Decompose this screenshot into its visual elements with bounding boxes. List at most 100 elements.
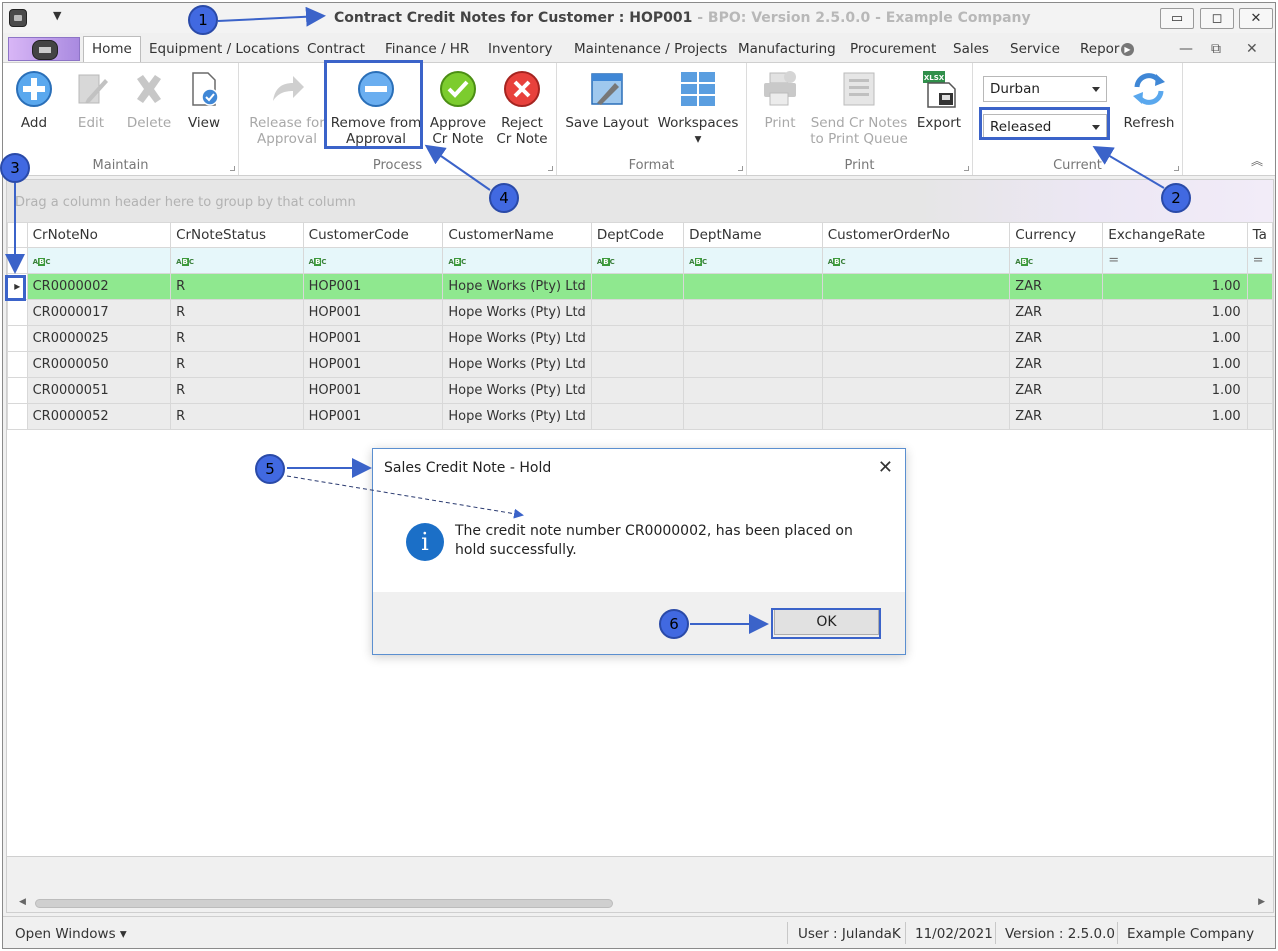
cell-ta[interactable] [1246, 377, 1274, 404]
group-expand-icon[interactable] [548, 166, 553, 171]
cell-exchangerate[interactable]: 1.00 [1102, 351, 1248, 378]
cell-deptname[interactable] [683, 377, 823, 404]
horizontal-scrollbar[interactable]: ◀ ▶ [7, 856, 1273, 912]
cell-exchangerate[interactable]: 1.00 [1102, 273, 1248, 300]
cell-customercode[interactable]: HOP001 [302, 299, 444, 326]
filter-cell[interactable]: ABC [683, 247, 823, 274]
cell-customercode[interactable]: HOP001 [302, 273, 444, 300]
cell-currency[interactable]: ZAR [1009, 377, 1104, 404]
cell-deptname[interactable] [683, 351, 823, 378]
group-expand-icon[interactable] [1174, 166, 1179, 171]
add-button[interactable]: Add [11, 69, 57, 131]
cell-customername[interactable]: Hope Works (Pty) Ltd [442, 351, 592, 378]
tab-reports[interactable]: Repor [1080, 41, 1119, 57]
table-row[interactable]: CR0000051 R HOP001 Hope Works (Pty) Ltd ZAR 1… [7, 377, 1274, 404]
cell-deptname[interactable] [683, 325, 823, 352]
cell-exchangerate[interactable]: 1.00 [1102, 325, 1248, 352]
tab-procurement[interactable]: Procurement [850, 41, 936, 57]
tab-sales[interactable]: Sales [953, 41, 989, 57]
refresh-button[interactable]: Refresh [1119, 69, 1179, 131]
cell-deptcode[interactable] [590, 403, 685, 430]
group-expand-icon[interactable] [738, 166, 743, 171]
filter-cell[interactable]: ABC [302, 247, 444, 274]
column-header[interactable]: CustomerOrderNo [821, 222, 1011, 248]
cell-deptcode[interactable] [590, 299, 685, 326]
filter-cell[interactable]: ABC [442, 247, 592, 274]
cell-crnoteno[interactable]: CR0000052 [26, 403, 172, 430]
group-expand-icon[interactable] [230, 166, 235, 171]
cell-customername[interactable]: Hope Works (Pty) Ltd [442, 403, 592, 430]
cell-customername[interactable]: Hope Works (Pty) Ltd [442, 377, 592, 404]
table-row[interactable]: CR0000052 R HOP001 Hope Works (Pty) Ltd ZAR 1… [7, 403, 1274, 430]
column-header[interactable]: CustomerName [442, 222, 592, 248]
row-indicator[interactable] [7, 351, 28, 378]
cell-customercode[interactable]: HOP001 [302, 403, 444, 430]
filter-cell[interactable]: ABC [170, 247, 304, 274]
column-header[interactable]: CrNoteNo [26, 222, 172, 248]
cell-crnotestatus[interactable]: R [170, 325, 304, 352]
app-logo-icon[interactable] [9, 9, 27, 27]
cell-crnoteno[interactable]: CR0000051 [26, 377, 172, 404]
column-header[interactable]: DeptName [683, 222, 823, 248]
cell-customerorderno[interactable] [821, 299, 1011, 326]
column-header[interactable]: Currency [1009, 222, 1104, 248]
mdi-minimize-icon[interactable]: — [1179, 41, 1193, 57]
tab-home[interactable]: Home [83, 36, 141, 63]
cell-exchangerate[interactable]: 1.00 [1102, 299, 1248, 326]
filter-cell[interactable]: ABC [1009, 247, 1104, 274]
row-indicator[interactable] [7, 403, 28, 430]
cell-deptcode[interactable] [590, 325, 685, 352]
cell-customerorderno[interactable] [821, 273, 1011, 300]
cell-currency[interactable]: ZAR [1009, 325, 1104, 352]
view-button[interactable]: View [181, 69, 227, 131]
tab-service[interactable]: Service [1010, 41, 1060, 57]
minimize-button[interactable]: ▭ [1160, 8, 1194, 29]
dialog-close-icon[interactable]: ✕ [878, 457, 893, 478]
quick-access-dropdown-icon[interactable]: ▼ [53, 9, 61, 22]
cell-deptcode[interactable] [590, 351, 685, 378]
scroll-left-icon[interactable]: ◀ [19, 897, 26, 907]
table-row[interactable]: CR0000050 R HOP001 Hope Works (Pty) Ltd ZAR 1… [7, 351, 1274, 378]
column-header[interactable]: Ta [1246, 222, 1274, 248]
row-indicator[interactable] [7, 299, 28, 326]
tab-finance-hr[interactable]: Finance / HR [385, 41, 469, 57]
filter-cell[interactable]: ABC [590, 247, 685, 274]
cell-customerorderno[interactable] [821, 325, 1011, 352]
cell-customerorderno[interactable] [821, 377, 1011, 404]
cell-customername[interactable]: Hope Works (Pty) Ltd [442, 273, 592, 300]
cell-ta[interactable] [1246, 325, 1274, 352]
cell-customercode[interactable]: HOP001 [302, 377, 444, 404]
column-header[interactable]: DeptCode [590, 222, 685, 248]
cell-currency[interactable]: ZAR [1009, 299, 1104, 326]
column-header[interactable]: ExchangeRate [1102, 222, 1248, 248]
cell-currency[interactable]: ZAR [1009, 273, 1104, 300]
reject-cr-note-button[interactable]: Reject Cr Note [491, 69, 553, 147]
mdi-restore-icon[interactable]: ⧉ [1211, 41, 1221, 57]
cell-deptname[interactable] [683, 273, 823, 300]
tab-contract[interactable]: Contract [307, 41, 365, 57]
send-cr-notes-print-queue-button[interactable]: Send Cr Notes to Print Queue [809, 69, 909, 147]
maximize-button[interactable]: ◻ [1200, 8, 1234, 29]
table-row[interactable]: CR0000025 R HOP001 Hope Works (Pty) Ltd ZAR 1… [7, 325, 1274, 352]
table-row[interactable]: CR0000017 R HOP001 Hope Works (Pty) Ltd ZAR 1… [7, 299, 1274, 326]
cell-ta[interactable] [1246, 273, 1274, 300]
cell-currency[interactable]: ZAR [1009, 403, 1104, 430]
cell-deptname[interactable] [683, 403, 823, 430]
cell-crnotestatus[interactable]: R [170, 351, 304, 378]
cell-crnotestatus[interactable]: R [170, 273, 304, 300]
row-indicator[interactable] [7, 325, 28, 352]
table-row[interactable]: ▸ CR0000002 R HOP001 Hope Works (Pty) Ltd ZAR… [7, 273, 1274, 300]
cell-customerorderno[interactable] [821, 351, 1011, 378]
site-select[interactable]: Durban [983, 76, 1107, 102]
cell-exchangerate[interactable]: 1.00 [1102, 377, 1248, 404]
cell-exchangerate[interactable]: 1.00 [1102, 403, 1248, 430]
tab-equipment-locations[interactable]: Equipment / Locations [149, 41, 300, 57]
tab-scroll-right-icon[interactable]: ▶ [1121, 43, 1134, 56]
print-button[interactable]: Print [755, 69, 805, 131]
application-menu-button[interactable] [8, 37, 80, 61]
open-windows-menu[interactable]: Open Windows ▾ [15, 926, 127, 942]
cell-customername[interactable]: Hope Works (Pty) Ltd [442, 325, 592, 352]
row-indicator[interactable] [7, 377, 28, 404]
column-header[interactable]: CrNoteStatus [170, 222, 304, 248]
cell-crnotestatus[interactable]: R [170, 377, 304, 404]
